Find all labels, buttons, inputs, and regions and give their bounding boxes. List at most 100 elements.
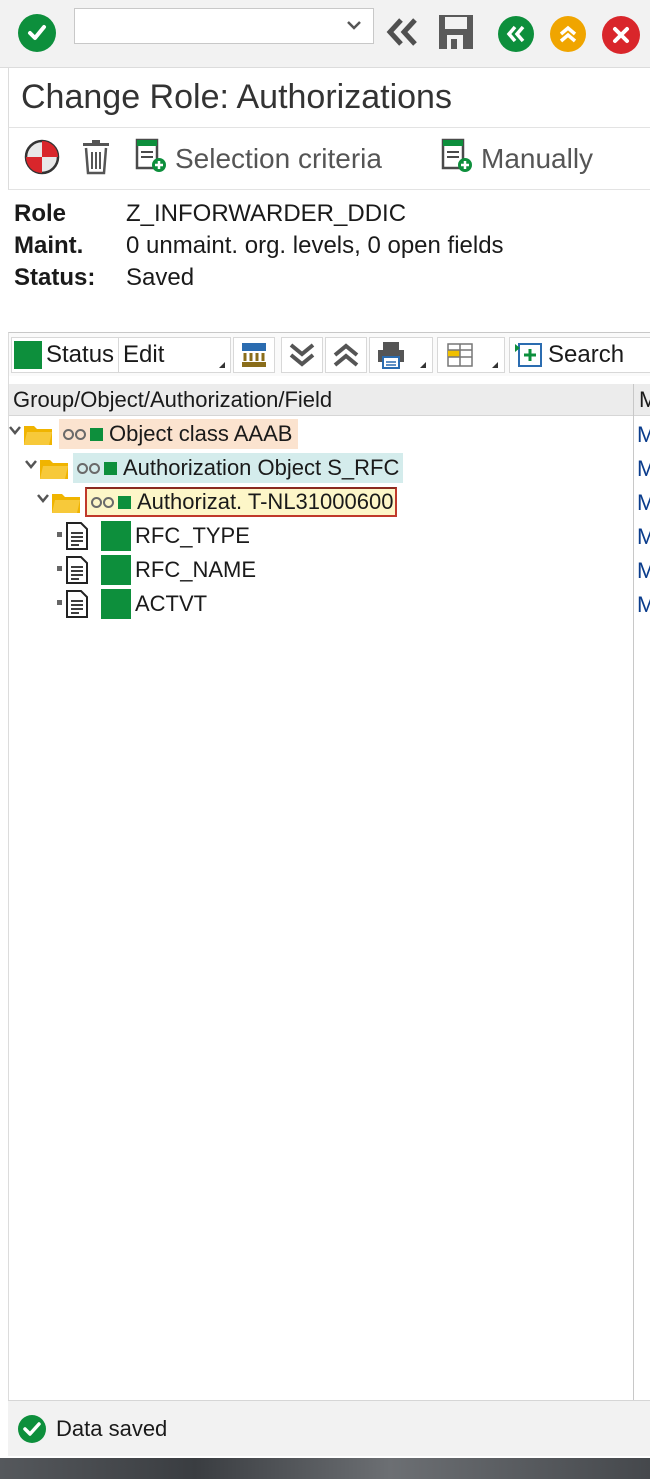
- add-document-icon: [135, 138, 167, 181]
- authorization-tree: Group/Object/Authorization/Field M Objec…: [8, 376, 650, 1400]
- maintained-marker: M: [637, 422, 650, 447]
- status-green-square-icon: [14, 341, 42, 369]
- tree-row-authorization-object[interactable]: Authorization Object S_RFC M: [9, 452, 650, 486]
- edit-menu-label: Edit: [123, 341, 165, 368]
- status-lights-icon: [77, 461, 117, 475]
- folder-open-icon: [39, 456, 69, 486]
- authorization-object-label-box: Authorization Object S_RFC: [73, 453, 404, 483]
- tree-label: ACTVT: [135, 591, 208, 616]
- maint-label: Maint.: [14, 232, 84, 259]
- dropdown-triangle-icon: [420, 362, 426, 368]
- document-icon: [65, 590, 89, 624]
- folder-open-icon: [23, 422, 53, 452]
- tree-column-header: Group/Object/Authorization/Field M: [9, 384, 650, 416]
- maintained-marker: M: [637, 558, 650, 583]
- status-row: Status: Saved: [14, 262, 504, 294]
- role-label: Role: [14, 200, 67, 227]
- maintained-marker: M: [637, 456, 650, 481]
- tree-label: RFC_TYPE: [135, 523, 250, 548]
- back-icon[interactable]: [498, 16, 534, 52]
- dropdown-triangle-icon: [219, 362, 225, 368]
- expand-chevron-icon[interactable]: [9, 424, 21, 438]
- status-value: Saved: [126, 264, 195, 291]
- page-title: Change Role: Authorizations: [21, 78, 452, 116]
- maintained-marker: M: [637, 524, 650, 549]
- collapse-all-button[interactable]: [325, 337, 367, 373]
- tree-row-field[interactable]: RFC_TYPE M: [9, 520, 650, 552]
- maint-value: 0 unmaint. org. levels, 0 open fields: [126, 232, 504, 259]
- delete-trash-icon[interactable]: [79, 138, 113, 176]
- expand-all-button[interactable]: [281, 337, 323, 373]
- status-lights-icon: [91, 495, 131, 509]
- tree-line-dot: [57, 566, 62, 571]
- dropdown-triangle-icon: [492, 362, 498, 368]
- status-lights-icon: [63, 427, 103, 441]
- tree-line-dot: [57, 532, 62, 537]
- maint-row: Maint. 0 unmaint. org. levels, 0 open fi…: [14, 230, 504, 262]
- tree-row-field[interactable]: RFC_NAME M: [9, 554, 650, 586]
- layout-grid-icon: [447, 343, 473, 367]
- status-green-square-icon: [101, 589, 131, 619]
- status-button[interactable]: Status: [11, 337, 119, 373]
- document-icon: [65, 522, 89, 556]
- expand-all-icon: [289, 343, 315, 367]
- column-header-group[interactable]: Group/Object/Authorization/Field: [13, 384, 332, 416]
- tree-line-dot: [57, 600, 62, 605]
- folder-open-icon: [51, 490, 81, 520]
- collapse-all-icon: [333, 343, 359, 367]
- expand-chevron-icon[interactable]: [25, 458, 37, 472]
- org-levels-icon: [242, 343, 266, 367]
- status-green-square-icon: [101, 521, 131, 551]
- print-button[interactable]: [369, 337, 433, 373]
- enter-check-icon[interactable]: [18, 14, 56, 52]
- tree-row-object-class[interactable]: Object class AAAB M: [9, 418, 650, 452]
- page-title-bar: Change Role: Authorizations: [8, 68, 650, 128]
- tree-label: RFC_NAME: [135, 557, 257, 582]
- profile-generator-icon[interactable]: [23, 138, 61, 176]
- back-double-chevron-icon[interactable]: [384, 14, 420, 50]
- tree-label: Object class AAAB: [109, 421, 293, 446]
- maintained-marker: M: [637, 592, 650, 617]
- tree-row-authorization[interactable]: Authorizat. T-NL31000600 M: [9, 486, 650, 520]
- cancel-icon[interactable]: [602, 16, 640, 54]
- object-class-label-box: Object class AAAB: [59, 419, 299, 449]
- authorization-label-box: Authorizat. T-NL31000600: [85, 487, 398, 517]
- document-icon: [65, 556, 89, 590]
- role-header-info: Role Z_INFORWARDER_DDIC Maint. 0 unmaint…: [14, 198, 504, 294]
- maintained-marker: M: [637, 490, 650, 515]
- org-levels-button[interactable]: [233, 337, 275, 373]
- search-add-icon: [515, 343, 542, 367]
- dropdown-chevron-icon[interactable]: [347, 17, 361, 35]
- tree-label: Authorizat. T-NL31000600: [137, 489, 394, 514]
- save-disk-icon[interactable]: [436, 12, 476, 52]
- role-row: Role Z_INFORWARDER_DDIC: [14, 198, 504, 230]
- desktop-background-strip: [0, 1458, 650, 1479]
- selection-criteria-label: Selection criteria: [175, 143, 382, 174]
- search-button-label: Search: [548, 341, 625, 368]
- manually-label: Manually: [481, 143, 594, 174]
- exit-icon[interactable]: [550, 16, 586, 52]
- tree-row-field[interactable]: ACTVT M: [9, 588, 650, 620]
- status-bar: Data saved: [8, 1400, 650, 1456]
- search-button[interactable]: Search: [509, 337, 650, 373]
- command-field[interactable]: [74, 8, 374, 44]
- layout-button[interactable]: [437, 337, 505, 373]
- tree-toolbar: Status Edit Search: [8, 332, 650, 376]
- system-toolbar: [0, 0, 650, 68]
- printer-icon: [378, 342, 404, 369]
- status-green-square-icon: [101, 555, 131, 585]
- expand-chevron-icon[interactable]: [37, 492, 49, 506]
- column-divider: [633, 384, 634, 1400]
- application-toolbar: Selection criteria Manually: [8, 128, 650, 190]
- column-header-m[interactable]: M: [639, 384, 650, 416]
- status-button-label: Status: [46, 341, 115, 368]
- success-check-icon: [18, 1414, 46, 1443]
- manually-button[interactable]: Manually: [441, 138, 594, 181]
- add-document-icon: [441, 138, 473, 181]
- status-label: Status:: [14, 264, 96, 291]
- tree-label: Authorization Object S_RFC: [123, 455, 400, 480]
- status-message[interactable]: Data saved: [56, 1416, 167, 1442]
- selection-criteria-button[interactable]: Selection criteria: [135, 138, 382, 181]
- edit-menu-button[interactable]: Edit: [119, 337, 231, 373]
- role-value: Z_INFORWARDER_DDIC: [126, 200, 407, 227]
